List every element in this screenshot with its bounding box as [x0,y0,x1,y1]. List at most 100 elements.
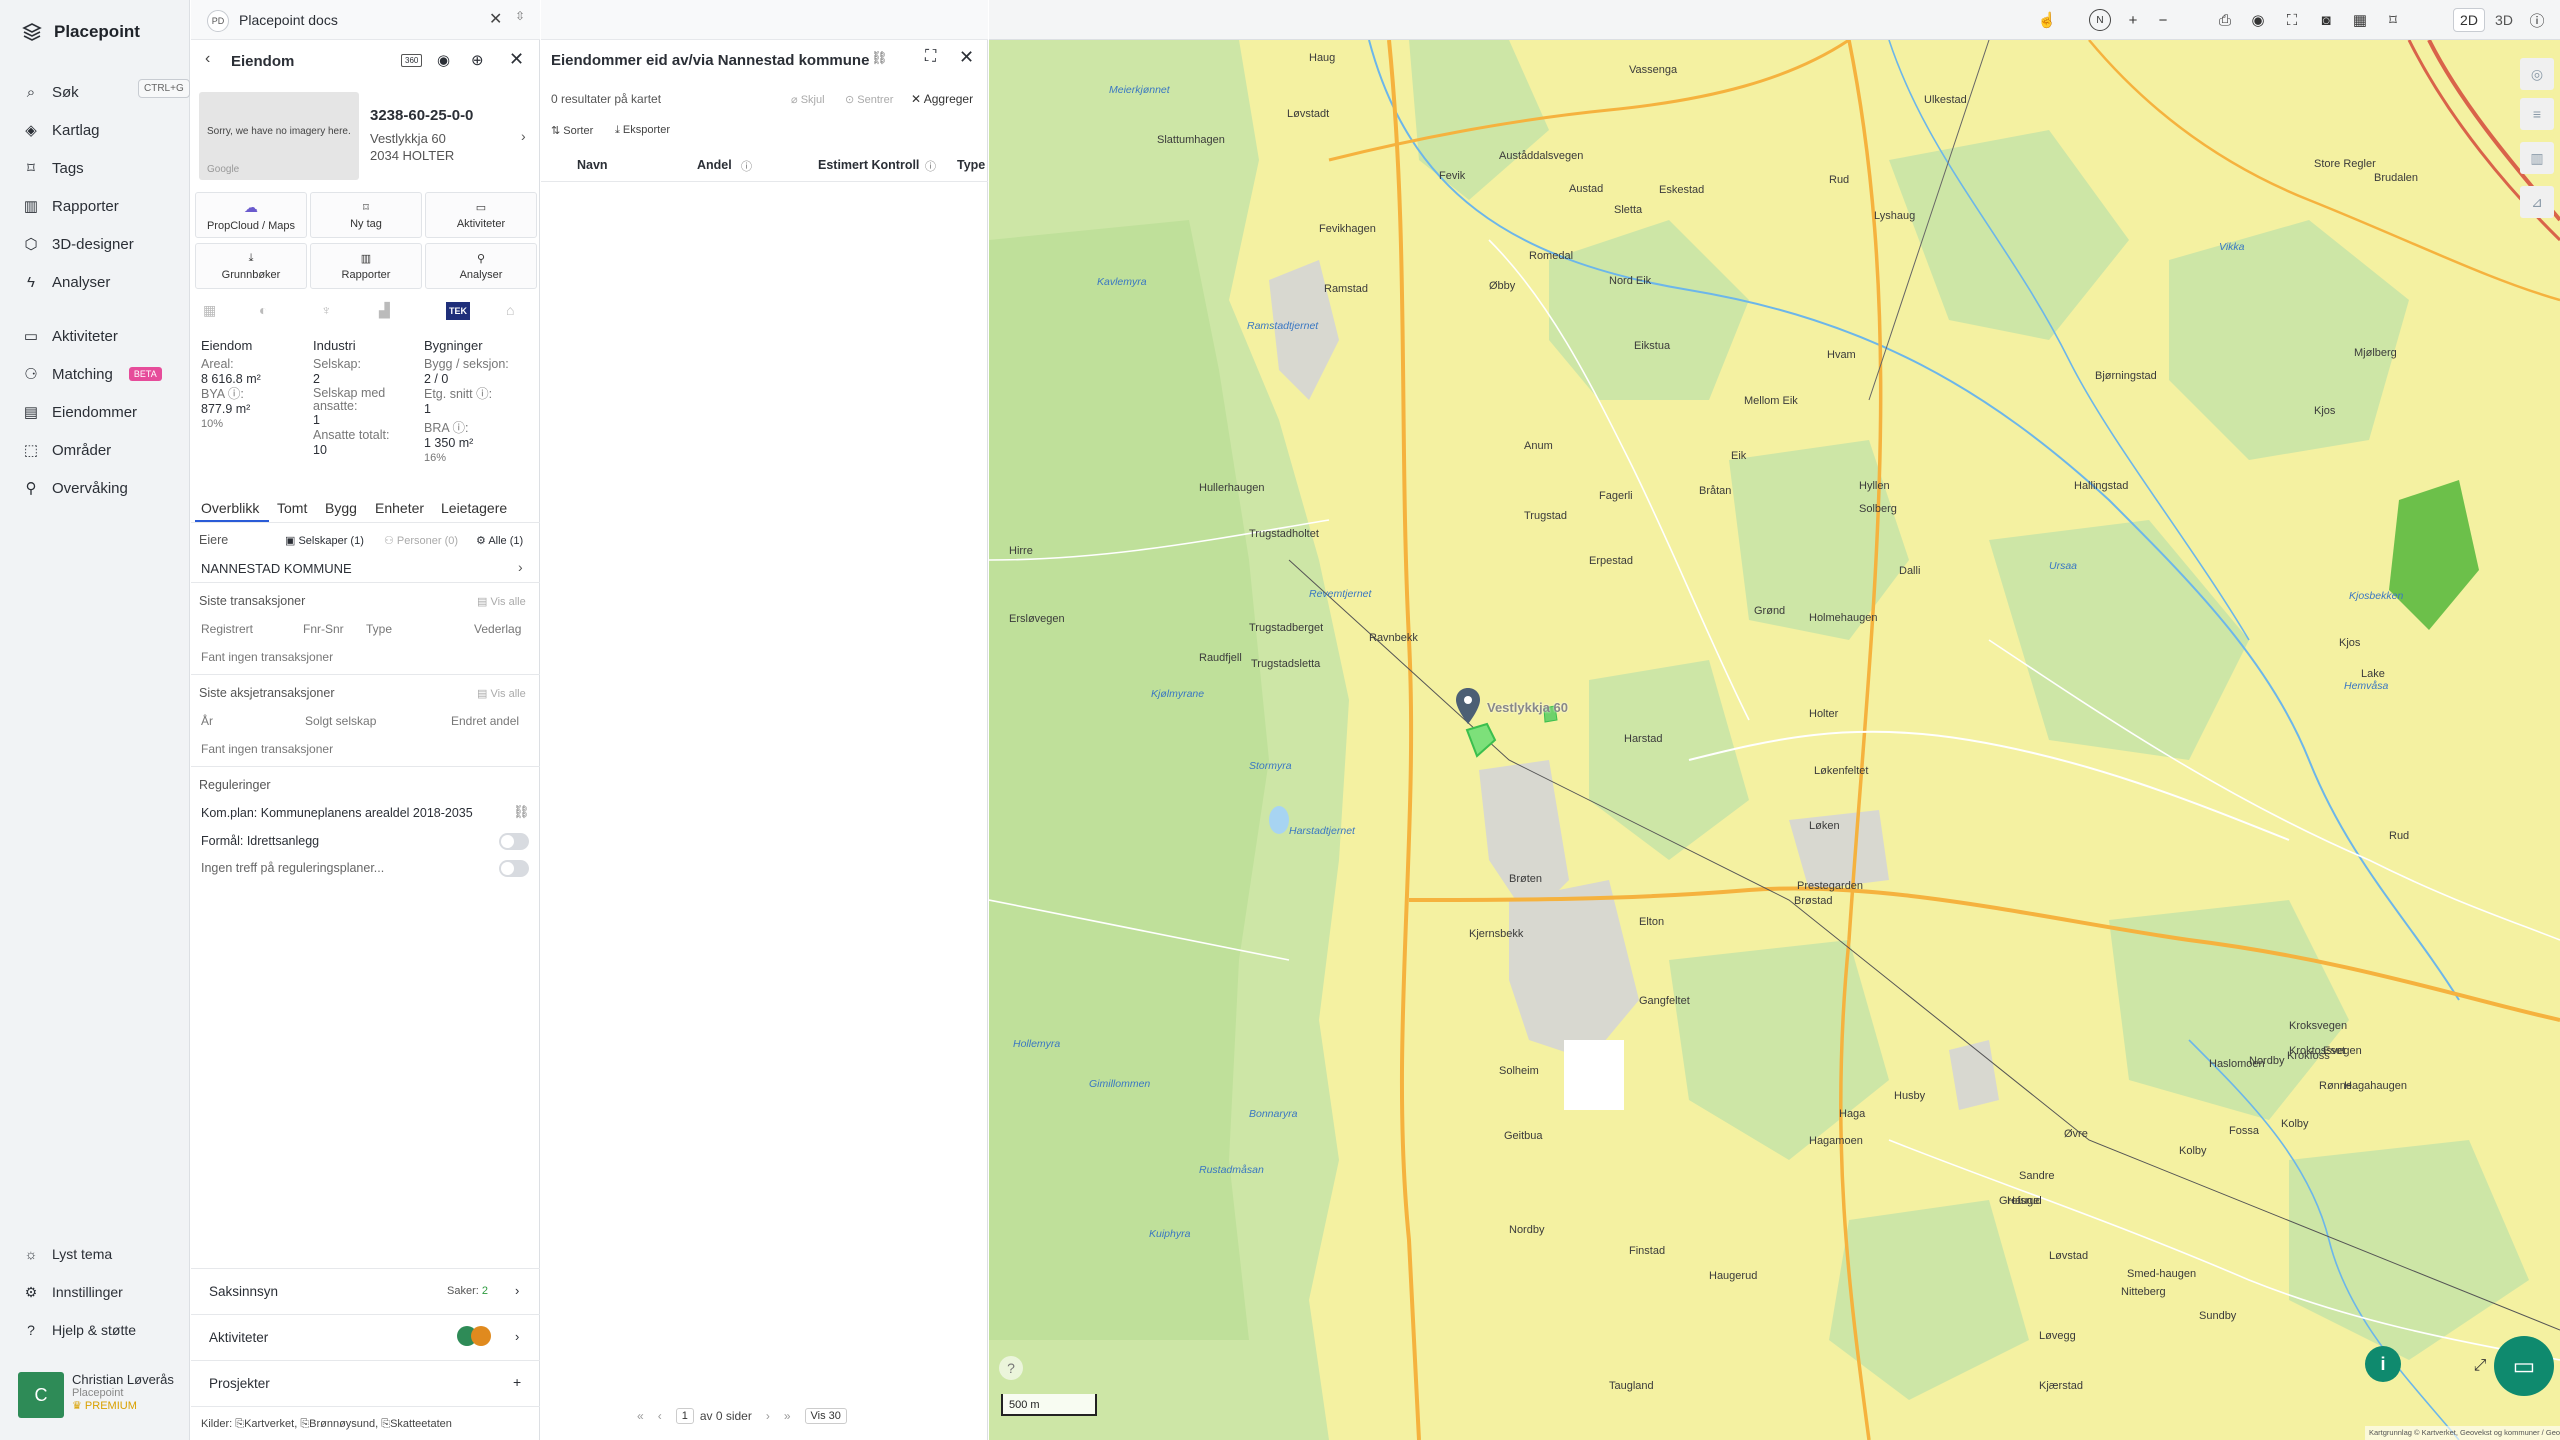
compass-icon[interactable]: N [2089,9,2111,31]
source-skatteetaten[interactable]: ⎘Skatteetaten [381,1418,452,1430]
map-layers-icon[interactable]: ◎ [2520,58,2554,90]
last-page-icon[interactable]: » [784,1409,791,1423]
home-icon[interactable]: ⌂ [506,302,514,318]
back-icon[interactable]: ‹ [205,50,210,68]
tab-tomt[interactable]: Tomt [277,500,307,516]
reports-button[interactable]: ▥ Rapporter [310,243,422,289]
source-bronnoysund[interactable]: ⎘Brønnøysund, [300,1418,378,1430]
aggregate-button[interactable]: ✕ Aggreger [911,92,973,106]
tab-leietagere[interactable]: Leietagere [441,500,507,516]
sidebar-item-søk[interactable]: ⌕ Søk CTRL+G [22,79,190,104]
regulation-plan[interactable]: Kom.plan: Kommuneplanens arealdel 2018-2… [201,806,473,820]
sidebar-item-analyser[interactable]: ϟ Analyser [22,270,110,294]
property-marker[interactable] [1455,688,1481,729]
aktiviteter-row[interactable]: Aktiviteter [209,1330,268,1345]
zoom-in-icon[interactable]: + [2121,8,2145,32]
transactions-show-all[interactable]: ▤ Vis alle [477,595,526,608]
expand-map-icon[interactable]: ⤢ [2470,1356,2490,1376]
sidebar-item-områder[interactable]: ⬚ Områder [22,438,111,462]
layers-hand-icon[interactable]: ☝ [2035,8,2059,32]
source-kartverket[interactable]: ⎘Kartverket, [235,1418,297,1430]
next-page-icon[interactable]: › [766,1409,770,1423]
print-icon[interactable]: ⎙ [2213,8,2237,32]
tab-bygg[interactable]: Bygg [325,500,357,516]
help-map-icon[interactable]: ? [999,1356,1023,1380]
fullscreen-icon[interactable]: ⛶ [2280,8,2304,32]
col-type[interactable]: Type [957,158,985,172]
center-button[interactable]: ⊙ Sentrer [845,93,893,106]
sort-button[interactable]: ⇅ Sorter [551,124,593,137]
globe-icon[interactable]: ◐ [259,302,267,318]
prosjekter-add-icon[interactable]: + [513,1374,521,1390]
workspace-title[interactable]: Placepoint docs [239,12,338,28]
app-logo[interactable]: Placepoint [22,22,140,42]
mode-2d-button[interactable]: 2D [2453,8,2485,32]
page-input[interactable]: 1 [675,1408,694,1424]
col-estimert-kontroll[interactable]: Estimert Kontroll [818,158,919,172]
sidebar-item-3d-designer[interactable]: ⬡ 3D-designer [22,232,133,256]
prosjekter-row[interactable]: Prosjekter [209,1376,270,1391]
buildings-icon[interactable]: ▟ [379,302,390,319]
zoom-out-icon[interactable]: − [2151,8,2175,32]
sidebar-bottom-1[interactable]: ⚙ Innstillinger [22,1280,123,1304]
map-chart-icon[interactable]: ▥ [2520,142,2554,174]
eye-map-icon[interactable]: ◉ [2246,8,2270,32]
first-page-icon[interactable]: « [637,1409,644,1423]
chevron-right-icon[interactable]: › [521,128,526,144]
expand-icon[interactable]: ⛶ [925,48,936,66]
badge-360-icon[interactable]: 360 [401,54,423,67]
tab-enheter[interactable]: Enheter [375,500,424,516]
map-stack-icon[interactable]: ≡ [2520,98,2554,130]
col-andel[interactable]: Andel [697,158,732,172]
activities-button[interactable]: ▭ Aktiviteter [425,192,537,238]
add-icon[interactable]: ⊕ [471,51,484,69]
bookmark-map-icon[interactable]: ⌑ [2381,8,2405,32]
sidebar-bottom-0[interactable]: ☼ Lyst tema [22,1242,113,1266]
grunnboker-button[interactable]: ⤓ Grunnbøker [195,243,307,289]
owner-row[interactable]: NANNESTAD KOMMUNE [201,561,352,576]
sidebar-item-matching[interactable]: ⚆ Matching BETA [22,362,162,386]
filter-all[interactable]: ⚙ Alle (1) [476,534,523,547]
prev-page-icon[interactable]: ‹ [658,1409,662,1423]
list-link-icon[interactable]: ⛓ [871,50,888,66]
map-canvas[interactable]: Haug Løvstadt Slattumhagen Vassenga Ulkestad… [989,40,2560,1440]
new-tag-button[interactable]: ⌑ Ny tag [310,192,422,238]
tek-icon[interactable]: TEK [446,302,470,320]
filter-persons[interactable]: ⚇ Personer (0) [384,534,458,547]
sidebar-item-eiendommer[interactable]: ▤ Eiendommer [22,400,137,424]
owner-chevron-icon[interactable]: › [518,559,523,575]
aktiviteter-chevron-icon[interactable]: › [515,1329,519,1344]
chat-fab-icon[interactable]: ▭ [2494,1336,2554,1396]
eye-icon[interactable]: ◉ [437,51,450,69]
list-close-icon[interactable]: ✕ [959,47,974,68]
analyses-button[interactable]: ⚲ Analyser [425,243,537,289]
regplan-toggle[interactable] [499,860,529,877]
sidebar-bottom-2[interactable]: ? Hjelp & støtte [22,1318,136,1342]
per-page-select[interactable]: Vis 30 [804,1408,847,1424]
sidebar-item-rapporter[interactable]: ▥ Rapporter [22,194,119,218]
camera-icon[interactable]: ◙ [2314,8,2338,32]
hands-icon[interactable]: ♆ [321,302,332,318]
filter-companies[interactable]: ▣ Selskaper (1) [285,534,364,547]
sidebar-item-aktiviteter[interactable]: ▭ Aktiviteter [22,324,118,348]
saksinnsyn-row[interactable]: Saksinnsyn [209,1284,278,1299]
tab-overblikk[interactable]: Overblikk [201,500,259,516]
sidebar-item-tags[interactable]: ⌑ Tags [22,156,84,180]
shares-show-all[interactable]: ▤ Vis alle [477,687,526,700]
sidebar-item-overvåking[interactable]: ⚲ Overvåking [22,476,128,500]
mode-3d-button[interactable]: 3D [2488,8,2520,32]
saksinnsyn-chevron-icon[interactable]: › [515,1283,519,1298]
info-fab-icon[interactable]: i [2365,1346,2401,1382]
qr-grid-icon[interactable]: ▦ [2348,8,2372,32]
chevron-updown-icon[interactable]: ⇳ [515,9,525,23]
formal-toggle[interactable] [499,833,529,850]
map-measure-icon[interactable]: ⊿ [2520,186,2554,218]
hide-button[interactable]: ⌀ Skjul [791,93,825,106]
sidebar-item-kartlag[interactable]: ◈ Kartlag [22,118,99,142]
close-panel-icon[interactable]: ✕ [509,49,524,70]
grid-icon[interactable]: ▦ [203,302,216,319]
close-icon[interactable]: ✕ [489,9,502,29]
link-icon[interactable]: ⛓ [513,804,530,820]
export-button[interactable]: ⤓ Eksporter [615,124,670,137]
user-profile[interactable]: C Christian Løverås Placepoint ♛ PREMIUM [18,1372,174,1418]
